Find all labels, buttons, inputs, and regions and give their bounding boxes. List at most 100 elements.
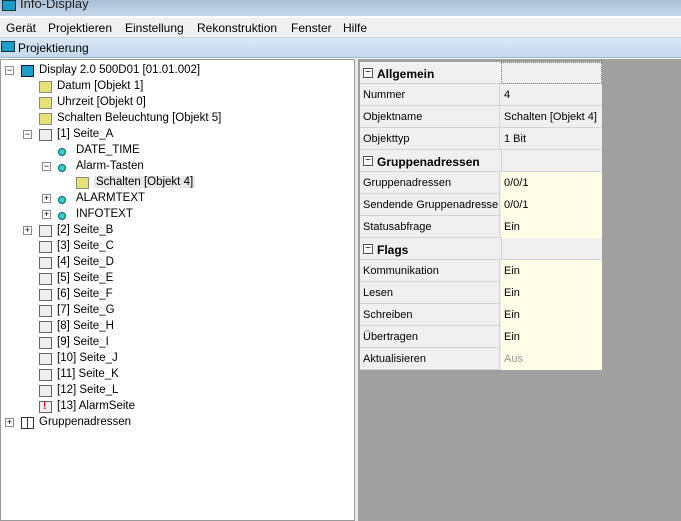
collapse-icon[interactable]: − xyxy=(5,66,14,75)
menu-einstellung[interactable]: Einstellung xyxy=(125,21,184,35)
tree-node-label: [4] Seite_D xyxy=(57,256,114,268)
tree-node-label: Alarm-Tasten xyxy=(76,160,144,172)
property-row[interactable]: Gruppenadressen 0/0/1 xyxy=(360,172,602,194)
tree-node[interactable]: + ALARMTEXT xyxy=(1,191,351,207)
collapse-icon[interactable]: − xyxy=(42,162,51,171)
property-row[interactable]: Lesen Ein xyxy=(360,282,602,304)
property-row[interactable]: Objekttyp 1 Bit xyxy=(360,128,602,150)
tree-node-label: [7] Seite_G xyxy=(57,304,115,316)
property-value[interactable]: Aus xyxy=(501,348,602,370)
tree-node[interactable]: + INFOTEXT xyxy=(1,207,351,223)
property-name: Gruppenadressen xyxy=(377,155,480,169)
page-icon xyxy=(39,241,52,253)
tree-node[interactable]: [9] Seite_I xyxy=(1,335,351,351)
menu-bar: Gerät Projektieren Einstellung Rekonstru… xyxy=(0,18,681,38)
collapse-icon[interactable]: − xyxy=(23,130,32,139)
property-value[interactable]: Ein xyxy=(501,304,602,326)
property-value xyxy=(501,238,602,260)
menu-projektieren[interactable]: Projektieren xyxy=(48,21,112,35)
tree-node-label: ALARMTEXT xyxy=(76,192,146,204)
property-value[interactable]: Ein xyxy=(501,282,602,304)
object-icon xyxy=(39,97,52,109)
tree-node-label: [9] Seite_I xyxy=(57,336,109,348)
tree-node-label: [11] Seite_K xyxy=(57,368,119,380)
expand-icon[interactable]: + xyxy=(23,226,32,235)
page-icon xyxy=(39,289,52,301)
property-row[interactable]: Nummer 4 xyxy=(360,84,602,106)
property-value[interactable]: Ein xyxy=(501,216,602,238)
menu-rekonstruktion[interactable]: Rekonstruktion xyxy=(197,21,277,35)
page-icon xyxy=(39,273,52,285)
property-row[interactable]: Schreiben Ein xyxy=(360,304,602,326)
panel-title-bar: Projektierung xyxy=(0,38,681,58)
tree-node[interactable]: [7] Seite_G xyxy=(1,303,351,319)
display-device-icon xyxy=(21,65,34,77)
tree-node[interactable]: [5] Seite_E xyxy=(1,271,351,287)
expand-icon[interactable]: + xyxy=(42,210,51,219)
property-row[interactable]: Kommunikation Ein xyxy=(360,260,602,282)
property-row[interactable]: Aktualisieren Aus xyxy=(360,348,602,370)
property-name: Allgemein xyxy=(377,67,435,81)
property-value[interactable]: Ein xyxy=(501,260,602,282)
object-icon xyxy=(39,113,52,125)
property-row[interactable]: Statusabfrage Ein xyxy=(360,216,602,238)
property-row[interactable]: Sendende Gruppenadresse 0/0/1 xyxy=(360,194,602,216)
tree-node-label: Display 2.0 500D01 [01.01.002] xyxy=(39,64,201,76)
tree-node[interactable]: [11] Seite_K xyxy=(1,367,351,383)
menu-fenster[interactable]: Fenster xyxy=(291,21,332,35)
project-tree[interactable]: − Display 2.0 500D01 [01.01.002] Datum [Ob… xyxy=(0,59,355,521)
tree-node[interactable]: [8] Seite_H xyxy=(1,319,351,335)
tree-node-label: Schalten [Objekt 4] xyxy=(94,176,196,188)
tree-node-label: [8] Seite_H xyxy=(57,320,114,332)
page-icon xyxy=(39,257,52,269)
property-value[interactable]: Ein xyxy=(501,326,602,348)
tree-node[interactable]: + Gruppenadressen xyxy=(1,415,351,431)
tree-node[interactable]: + [2] Seite_B xyxy=(1,223,351,239)
property-name: Gruppenadressen xyxy=(360,172,500,194)
tree-node[interactable]: Schalten [Objekt 4] xyxy=(1,175,351,191)
tree-node[interactable]: [6] Seite_F xyxy=(1,287,351,303)
expand-icon[interactable]: + xyxy=(5,418,14,427)
property-row[interactable]: Übertragen Ein xyxy=(360,326,602,348)
tree-node[interactable]: [10] Seite_J xyxy=(1,351,351,367)
property-name: Aktualisieren xyxy=(360,348,500,370)
tree-node[interactable]: [4] Seite_D xyxy=(1,255,351,271)
tree-node[interactable]: [12] Seite_L xyxy=(1,383,351,399)
tree-node-label: INFOTEXT xyxy=(76,208,133,220)
page-icon xyxy=(39,353,52,365)
tree-node[interactable]: − Alarm-Tasten xyxy=(1,159,351,175)
tree-node-label: [5] Seite_E xyxy=(57,272,114,284)
property-category[interactable]: − Flags xyxy=(360,238,602,260)
tree-node[interactable]: Uhrzeit [Objekt 0] xyxy=(1,95,351,111)
menu-hilfe[interactable]: Hilfe xyxy=(343,21,367,35)
property-category[interactable]: − Gruppenadressen xyxy=(360,150,602,172)
menu-geraet[interactable]: Gerät xyxy=(6,21,36,35)
property-name: Sendende Gruppenadresse xyxy=(360,194,500,216)
control-icon xyxy=(58,196,66,204)
property-value: 1 Bit xyxy=(504,133,527,145)
tree-node-label: [13] AlarmSeite xyxy=(57,400,135,412)
property-row[interactable]: Objektname Schalten [Objekt 4] xyxy=(360,106,602,128)
tree-node-label: Schalten Beleuchtung [Objekt 5] xyxy=(57,112,222,124)
tree-node-label: [12] Seite_L xyxy=(57,384,119,396)
control-icon xyxy=(58,164,66,172)
tree-node[interactable]: [3] Seite_C xyxy=(1,239,351,255)
group-address-icon xyxy=(21,417,34,429)
tree-node[interactable]: − Display 2.0 500D01 [01.01.002] xyxy=(1,63,351,79)
page-icon xyxy=(39,305,52,317)
expand-icon[interactable]: + xyxy=(42,194,51,203)
tree-node[interactable]: DATE_TIME xyxy=(1,143,351,159)
property-category[interactable]: − Allgemein xyxy=(360,62,602,84)
tree-node[interactable]: Datum [Objekt 1] xyxy=(1,79,351,95)
tree-node[interactable]: [13] AlarmSeite xyxy=(1,399,351,415)
tree-node[interactable]: − [1] Seite_A xyxy=(1,127,351,143)
property-name: Objektname xyxy=(360,106,500,128)
property-value[interactable]: 0/0/1 xyxy=(501,172,602,194)
tree-node[interactable]: Schalten Beleuchtung [Objekt 5] xyxy=(1,111,351,127)
property-value[interactable]: 0/0/1 xyxy=(501,194,602,216)
tree-node-label: Datum [Objekt 1] xyxy=(57,80,144,92)
tree-node-label: DATE_TIME xyxy=(76,144,140,156)
app-icon xyxy=(1,41,15,52)
property-name: Schreiben xyxy=(360,304,500,326)
alarm-page-icon xyxy=(39,401,52,413)
